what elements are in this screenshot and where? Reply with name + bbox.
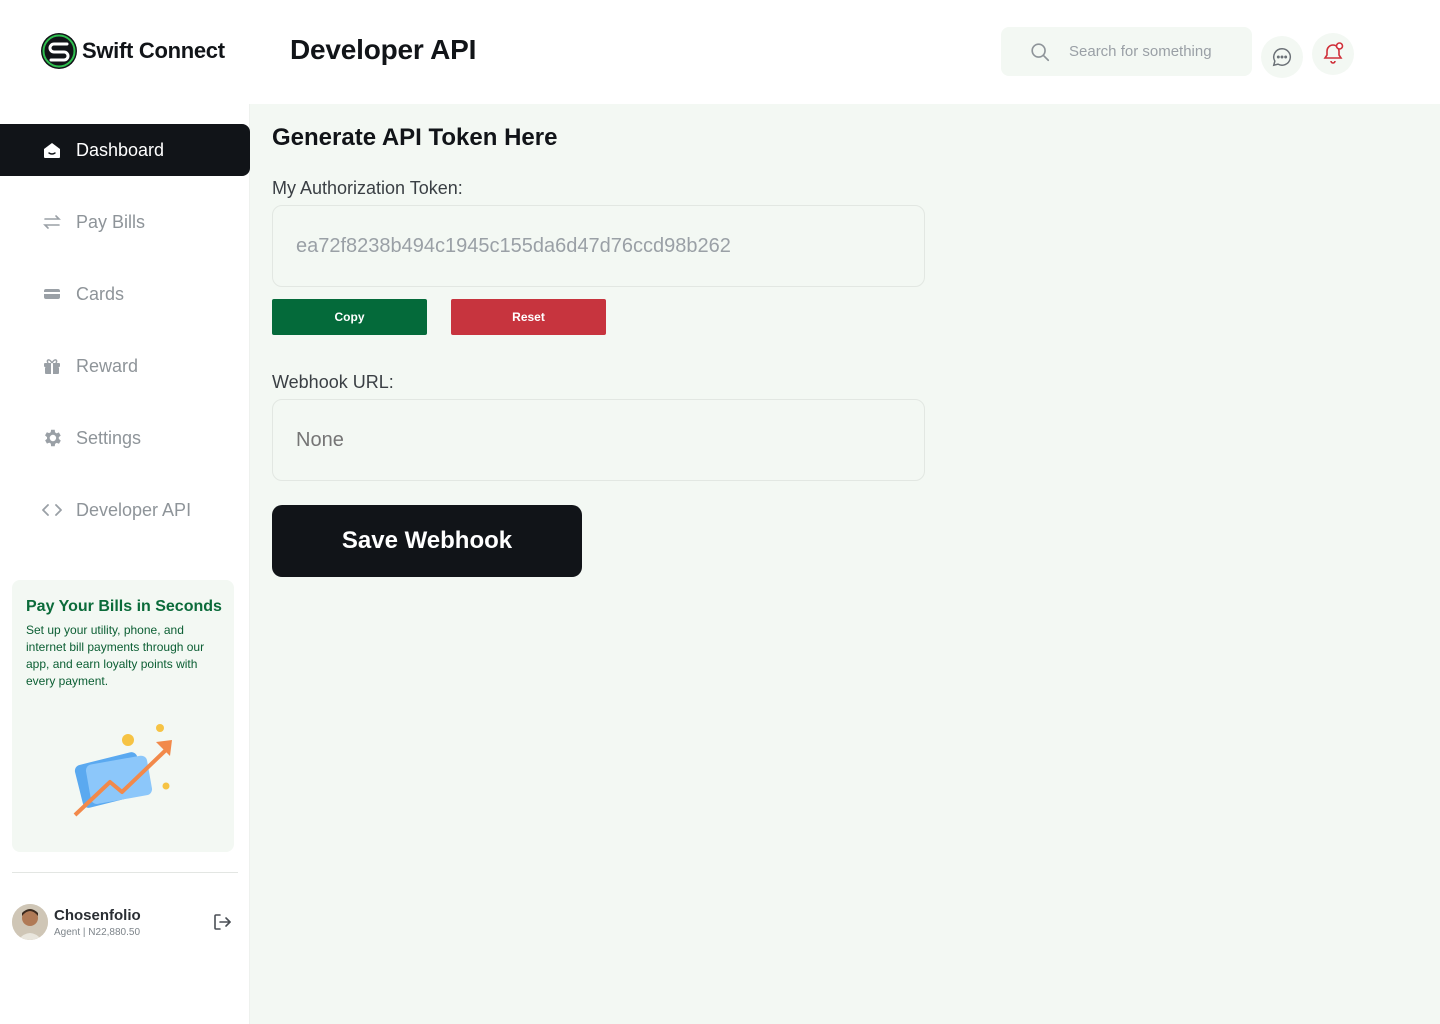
- webhook-field[interactable]: [272, 399, 925, 481]
- card-icon: [40, 282, 64, 306]
- sidebar-item-label: Cards: [76, 283, 125, 304]
- app-name: Swift Connect: [82, 38, 225, 63]
- sidebar-item-label: Dashboard: [76, 139, 165, 160]
- sidebar-item-settings[interactable]: Settings: [0, 412, 250, 464]
- logout-icon[interactable]: [212, 912, 232, 932]
- search-box[interactable]: [1001, 27, 1252, 76]
- bell-icon: [1323, 42, 1344, 64]
- save-webhook-button[interactable]: Save Webhook: [272, 505, 582, 577]
- search-icon: [1031, 42, 1050, 61]
- profile-meta: Agent | N22,880.50: [54, 926, 141, 938]
- sidebar: Dashboard Pay Bills Cards Reward Setting…: [0, 104, 250, 1024]
- code-icon: [40, 498, 64, 522]
- sidebar-item-dashboard[interactable]: Dashboard: [0, 124, 250, 176]
- reset-button[interactable]: Reset: [451, 299, 606, 335]
- wallet-growth-illustration: [73, 724, 172, 817]
- sidebar-divider: [12, 872, 238, 873]
- token-input[interactable]: [296, 234, 896, 258]
- webhook-label: Webhook URL:: [272, 372, 394, 392]
- promo-title: Pay Your Bills in Seconds: [26, 598, 222, 615]
- app-logo[interactable]: Swift Connect: [40, 32, 225, 70]
- token-field[interactable]: [272, 205, 925, 287]
- token-label: My Authorization Token:: [272, 178, 463, 198]
- notifications-button[interactable]: [1312, 33, 1354, 75]
- section-title: Generate API Token Here: [272, 124, 558, 151]
- webhook-input[interactable]: [296, 428, 896, 452]
- search-input[interactable]: [1069, 43, 1239, 60]
- profile-role: Agent: [54, 926, 81, 938]
- sidebar-item-label: Pay Bills: [76, 211, 146, 232]
- sidebar-item-reward[interactable]: Reward: [0, 340, 250, 392]
- sidebar-item-developer-api[interactable]: Developer API: [0, 484, 250, 536]
- home-icon: [40, 138, 64, 162]
- profile-name: Chosenfolio: [54, 906, 141, 924]
- main-content: Generate API Token Here My Authorization…: [250, 104, 1440, 1024]
- promo-text: Set up your utility, phone, and internet…: [26, 623, 205, 688]
- user-profile[interactable]: Chosenfolio Agent | N22,880.50: [12, 902, 238, 942]
- sidebar-item-label: Settings: [76, 427, 142, 448]
- swift-connect-logo-icon: [41, 33, 77, 69]
- page-title: Developer API: [290, 34, 477, 65]
- gift-icon: [40, 354, 64, 378]
- chat-button[interactable]: [1261, 36, 1303, 78]
- transfer-arrows-icon: [40, 210, 64, 234]
- top-header: Swift Connect Developer API: [0, 0, 1440, 104]
- sidebar-item-pay-bills[interactable]: Pay Bills: [0, 196, 250, 248]
- promo-card: Pay Your Bills in Seconds Set up your ut…: [12, 580, 234, 852]
- sidebar-item-cards[interactable]: Cards: [0, 268, 250, 320]
- gear-icon: [40, 426, 64, 450]
- chat-icon: [1272, 48, 1292, 67]
- copy-button[interactable]: Copy: [272, 299, 427, 335]
- profile-balance: N22,880.50: [88, 926, 141, 938]
- sidebar-item-label: Developer API: [76, 499, 192, 520]
- avatar: [12, 904, 48, 940]
- sidebar-item-label: Reward: [76, 355, 139, 376]
